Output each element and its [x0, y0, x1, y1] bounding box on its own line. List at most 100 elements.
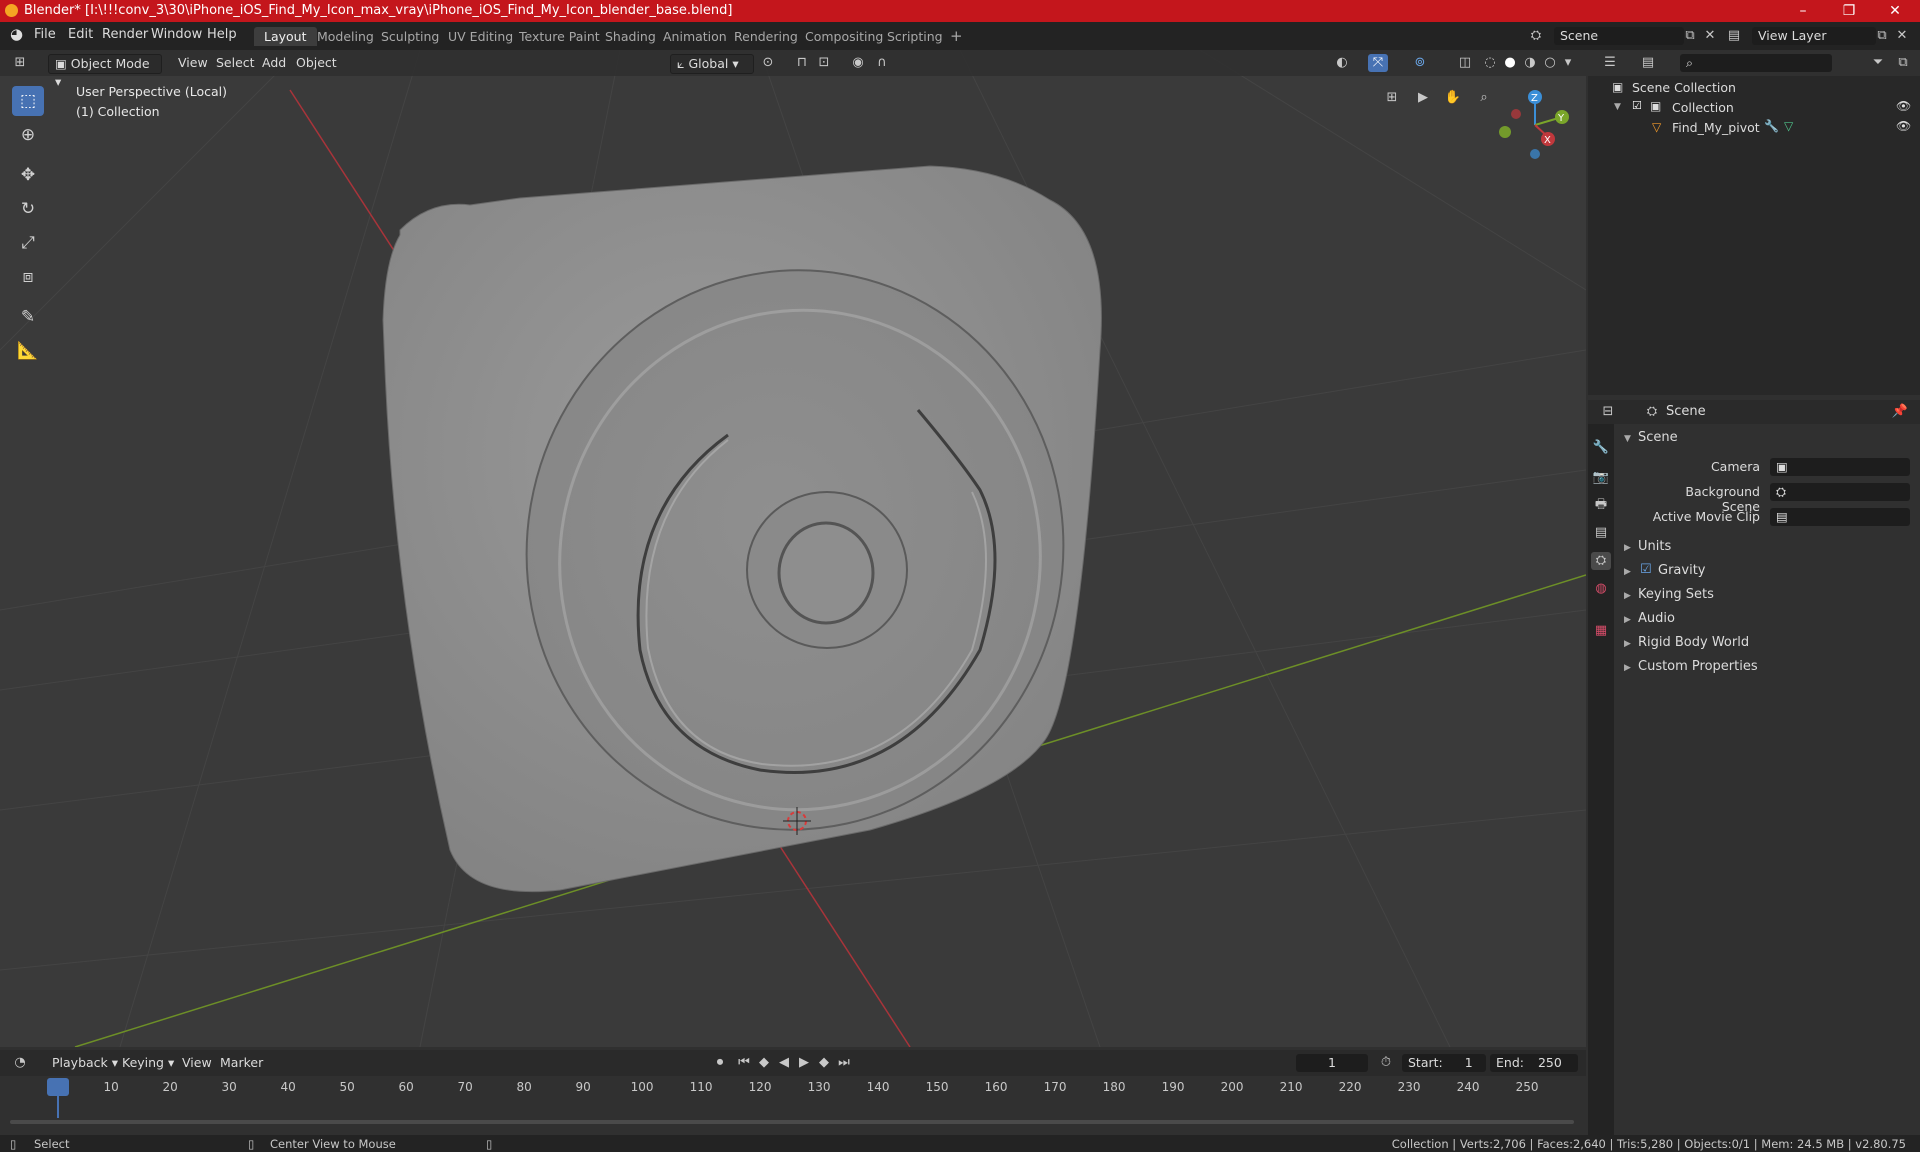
world-tab-icon[interactable]: ◍ — [1591, 580, 1611, 598]
view-layer-tab-icon[interactable]: ▤ — [1591, 524, 1611, 542]
solid-shading-icon[interactable]: ● — [1500, 54, 1520, 72]
rigid-body-expand-icon[interactable]: ▶ — [1624, 639, 1631, 649]
start-frame-field[interactable]: Start: 1 — [1402, 1054, 1486, 1072]
transform-tool-icon[interactable]: ⧈ — [12, 262, 44, 292]
marker-menu[interactable]: Marker — [214, 1054, 269, 1072]
minimize-button[interactable]: – — [1780, 0, 1826, 22]
3d-viewport[interactable] — [0, 50, 1586, 1047]
scale-tool-icon[interactable]: ⤢ — [12, 228, 44, 258]
select-box-tool-icon[interactable]: ⬚ — [12, 86, 44, 116]
delete-view-layer-icon[interactable]: ✕ — [1892, 27, 1912, 45]
wireframe-shading-icon[interactable]: ◌ — [1480, 54, 1500, 72]
outliner-search-input[interactable]: ⌕ — [1680, 54, 1832, 72]
new-collection-icon[interactable]: ⧉ — [1893, 54, 1913, 72]
snap-icon[interactable]: ⊓ — [792, 54, 812, 72]
gravity-section[interactable]: Gravity — [1658, 563, 1705, 578]
rigid-body-world-section[interactable]: Rigid Body World — [1638, 635, 1749, 650]
current-frame-field[interactable]: 1 — [1296, 1054, 1368, 1072]
units-expand-icon[interactable]: ▶ — [1624, 543, 1631, 553]
view-menu[interactable]: View — [172, 54, 214, 72]
object-menu[interactable]: Object — [290, 54, 343, 72]
keying-sets-expand-icon[interactable]: ▶ — [1624, 591, 1631, 601]
scene-panel-title[interactable]: Scene — [1638, 430, 1678, 445]
transform-orientation-dropdown[interactable]: ⟀ Global ▾ — [670, 54, 754, 74]
end-frame-field[interactable]: End: 250 — [1490, 1054, 1578, 1072]
blender-menu-icon[interactable]: ◕ — [10, 25, 23, 43]
next-keyframe-icon[interactable]: ◆ — [814, 1054, 834, 1072]
maximize-button[interactable]: ❐ — [1826, 0, 1872, 22]
snap-target-icon[interactable]: ⊡ — [814, 54, 834, 72]
preview-range-icon[interactable]: ⏱ — [1376, 1054, 1396, 1072]
keying-menu[interactable]: Keying ▾ — [116, 1054, 180, 1072]
proportional-edit-icon[interactable]: ◉ — [848, 54, 868, 72]
render-tab-icon[interactable]: 📷 — [1591, 469, 1611, 487]
properties-editor-type-icon[interactable]: ⊟ — [1598, 403, 1618, 421]
collection-visibility-icon[interactable]: 👁 — [1896, 99, 1911, 113]
gizmo-toggle-icon[interactable]: ⤧ — [1368, 54, 1388, 72]
gravity-expand-icon[interactable]: ▶ — [1624, 567, 1631, 577]
menu-render[interactable]: Render — [102, 27, 148, 42]
outliner-editor-type-icon[interactable]: ☰ — [1600, 54, 1620, 72]
timeline-scrollbar[interactable] — [10, 1120, 1574, 1124]
object-mode-dropdown[interactable]: ▣ Object Mode ▾ — [48, 54, 162, 89]
units-section[interactable]: Units — [1638, 539, 1671, 554]
rendered-shading-icon[interactable]: ○ — [1540, 54, 1560, 72]
display-mode-icon[interactable]: ▤ — [1638, 54, 1658, 72]
output-tab-icon[interactable]: 🖶 — [1591, 496, 1611, 514]
view-layer-selector-icon[interactable]: ▤ — [1724, 27, 1744, 45]
play-icon[interactable]: ▶ — [794, 1054, 814, 1072]
cursor-tool-icon[interactable]: ⊕ — [12, 120, 44, 150]
jump-end-icon[interactable]: ⏭ — [834, 1054, 854, 1072]
camera-view-icon[interactable]: ▶ — [1413, 89, 1433, 107]
visibility-icon[interactable]: ◐ — [1332, 54, 1352, 72]
camera-field[interactable]: ▣ — [1770, 458, 1910, 476]
playhead-line[interactable] — [57, 1096, 59, 1118]
playhead-handle[interactable] — [47, 1078, 69, 1096]
close-button[interactable]: ✕ — [1872, 0, 1918, 22]
scene-collection-label[interactable]: Scene Collection — [1632, 80, 1736, 95]
rotate-tool-icon[interactable]: ↻ — [12, 194, 44, 224]
object-row-label[interactable]: Find_My_pivot — [1672, 120, 1760, 135]
new-view-layer-icon[interactable]: ⧉ — [1872, 27, 1892, 45]
grid-view-icon[interactable]: ⊞ — [1382, 89, 1402, 107]
material-shading-icon[interactable]: ◑ — [1520, 54, 1540, 72]
audio-section[interactable]: Audio — [1638, 611, 1675, 626]
navigation-gizmo[interactable]: Z Y X — [1490, 80, 1590, 170]
audio-expand-icon[interactable]: ▶ — [1624, 615, 1631, 625]
view-layer-field[interactable]: View Layer — [1752, 27, 1876, 45]
pin-icon[interactable]: 📌 — [1890, 403, 1910, 421]
playback-menu[interactable]: Playback ▾ — [46, 1054, 124, 1072]
gravity-checkbox[interactable]: ☑ — [1640, 562, 1652, 577]
collection-expand-icon[interactable]: ▼ — [1614, 102, 1621, 112]
record-icon[interactable]: ⏺ — [710, 1054, 730, 1072]
editor-type-icon[interactable]: ⊞ — [10, 54, 30, 72]
collection-row-label[interactable]: Collection — [1672, 100, 1734, 115]
new-scene-icon[interactable]: ⧉ — [1680, 27, 1700, 45]
background-scene-field[interactable]: ⛭ — [1770, 483, 1910, 501]
add-menu[interactable]: Add — [256, 54, 292, 72]
texture-tab-icon[interactable]: ▦ — [1591, 622, 1611, 640]
scene-tab-icon[interactable]: ⛭ — [1591, 552, 1611, 570]
menu-file[interactable]: File — [34, 27, 56, 42]
tool-tab-icon[interactable]: 🔧 — [1591, 439, 1611, 457]
xray-icon[interactable]: ◫ — [1455, 54, 1475, 72]
jump-start-icon[interactable]: ⏮ — [734, 1054, 754, 1072]
delete-scene-icon[interactable]: ✕ — [1700, 27, 1720, 45]
falloff-icon[interactable]: ∩ — [872, 54, 892, 72]
overlay-toggle-icon[interactable]: ⊚ — [1410, 54, 1430, 72]
move-tool-icon[interactable]: ✥ — [12, 160, 44, 190]
menu-help[interactable]: Help — [207, 27, 237, 42]
menu-edit[interactable]: Edit — [68, 27, 93, 42]
keying-sets-section[interactable]: Keying Sets — [1638, 587, 1714, 602]
collection-checkbox[interactable]: ☑ — [1632, 99, 1642, 112]
custom-properties-expand-icon[interactable]: ▶ — [1624, 663, 1631, 673]
modifier-icon[interactable]: 🔧 — [1764, 119, 1779, 133]
add-workspace-button[interactable]: + — [940, 27, 973, 46]
mesh-data-icon[interactable]: ▽ — [1784, 119, 1793, 133]
object-visibility-icon[interactable]: 👁 — [1896, 119, 1911, 133]
timeline-view-menu[interactable]: View — [176, 1054, 218, 1072]
pivot-point-icon[interactable]: ⊙ — [758, 54, 778, 72]
scene-panel-collapse-icon[interactable]: ▼ — [1624, 434, 1631, 444]
annotate-tool-icon[interactable]: ✎ — [12, 302, 44, 332]
menu-window[interactable]: Window — [151, 27, 202, 42]
